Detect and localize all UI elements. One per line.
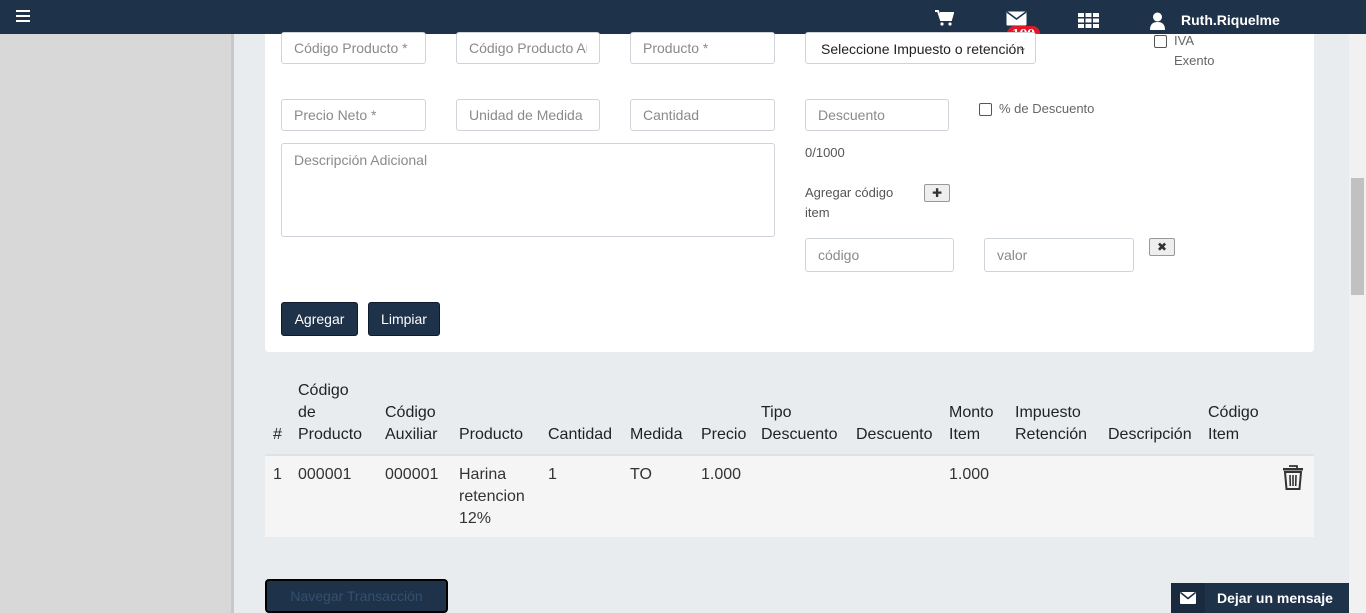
descuento-input[interactable] xyxy=(805,99,949,131)
add-codigo-button[interactable]: ✚ xyxy=(924,184,950,202)
th-codigo-producto-1: Código xyxy=(298,382,349,399)
iva-exento-label-2: Exento xyxy=(1174,53,1215,68)
cart-icon[interactable] xyxy=(935,10,954,26)
th-codigo-item-2: Item xyxy=(1208,426,1240,443)
th-descuento: Descuento xyxy=(856,426,933,443)
th-descripcion: Descripción xyxy=(1108,426,1192,443)
descripcion-textarea[interactable] xyxy=(281,143,775,237)
th-codigo-item-1: Código xyxy=(1208,404,1259,421)
impuesto-select-value: Seleccione Impuesto o retención xyxy=(821,41,1025,57)
chat-widget[interactable]: Dejar un mensaje xyxy=(1171,583,1356,613)
iva-exento-label: IVA xyxy=(1174,33,1194,48)
td-num: 1 xyxy=(273,466,282,483)
th-codigo-auxiliar-2: Auxiliar xyxy=(385,426,438,443)
mail-icon[interactable] xyxy=(1006,11,1027,26)
menu-icon[interactable] xyxy=(16,10,30,22)
codigo-producto-input[interactable] xyxy=(281,32,426,64)
td-cantidad: 1 xyxy=(548,466,557,483)
th-impuesto-retencion-2: Retención xyxy=(1015,426,1088,443)
th-medida: Medida xyxy=(630,426,683,443)
top-navbar: 100 Ruth.Riquelme xyxy=(0,0,1366,41)
precio-neto-input[interactable] xyxy=(281,99,426,131)
chat-label: Dejar un mensaje xyxy=(1217,590,1333,606)
chevron-down-icon: ⌄ xyxy=(1017,42,1027,54)
td-codigo-producto: 000001 xyxy=(298,466,352,483)
agregar-button[interactable]: Agregar xyxy=(281,302,358,336)
sidebar xyxy=(0,34,231,613)
limpiar-button[interactable]: Limpiar xyxy=(368,302,440,336)
td-precio: 1.000 xyxy=(701,466,742,483)
td-producto-3: 12% xyxy=(459,510,492,527)
th-tipo-descuento-2: Descuento xyxy=(761,426,838,443)
sidebar-divider xyxy=(231,34,234,613)
agregar-codigo-label: Agregar código xyxy=(805,185,894,200)
th-codigo-producto-2: de xyxy=(298,404,316,421)
td-producto-1: Harina xyxy=(459,466,507,483)
scrollbar-track[interactable] xyxy=(1349,34,1366,613)
td-monto-item: 1.000 xyxy=(949,466,990,483)
close-icon: ✖ xyxy=(1156,240,1168,254)
scrollbar-thumb[interactable] xyxy=(1351,178,1364,295)
th-producto: Producto xyxy=(459,426,524,443)
envelope-icon xyxy=(1171,583,1205,613)
th-cantidad: Cantidad xyxy=(548,426,613,443)
char-counter: 0/1000 xyxy=(805,145,845,160)
agregar-codigo-label-2: item xyxy=(805,205,830,220)
th-codigo-auxiliar-1: Código xyxy=(385,404,436,421)
th-monto-item-1: Monto xyxy=(949,404,994,421)
plus-icon: ✚ xyxy=(931,186,943,200)
td-medida: TO xyxy=(630,466,652,483)
valor-item-input[interactable] xyxy=(984,238,1134,272)
codigo-item-input[interactable] xyxy=(805,238,954,272)
th-tipo-descuento-1: Tipo xyxy=(761,404,792,421)
th-monto-item-2: Item xyxy=(949,426,981,443)
cantidad-input[interactable] xyxy=(630,99,775,131)
apps-grid-icon[interactable] xyxy=(1078,13,1099,28)
codigo-auxiliar-input[interactable] xyxy=(456,32,600,64)
porcentaje-descuento-checkbox[interactable] xyxy=(979,103,992,116)
trash-icon[interactable] xyxy=(1282,464,1304,490)
th-impuesto-retencion-1: Impuesto xyxy=(1015,404,1081,421)
navegar-transaccion-button[interactable]: Navegar Transacción xyxy=(265,579,448,613)
unidad-medida-input[interactable] xyxy=(456,99,600,131)
th-num: # xyxy=(273,426,282,443)
user-icon[interactable] xyxy=(1150,12,1165,30)
th-codigo-producto-3: Producto xyxy=(298,426,363,443)
producto-input[interactable] xyxy=(630,32,775,64)
remove-codigo-button[interactable]: ✖ xyxy=(1149,238,1175,256)
td-producto-2: retencion xyxy=(459,488,525,505)
td-codigo-auxiliar: 000001 xyxy=(385,466,439,483)
iva-exento-checkbox[interactable] xyxy=(1154,35,1167,48)
th-precio: Precio xyxy=(701,426,747,443)
porcentaje-descuento-label: % de Descuento xyxy=(999,101,1095,116)
impuesto-select[interactable]: Seleccione Impuesto o retención ⌄ xyxy=(805,32,1036,64)
username[interactable]: Ruth.Riquelme xyxy=(1181,12,1280,28)
